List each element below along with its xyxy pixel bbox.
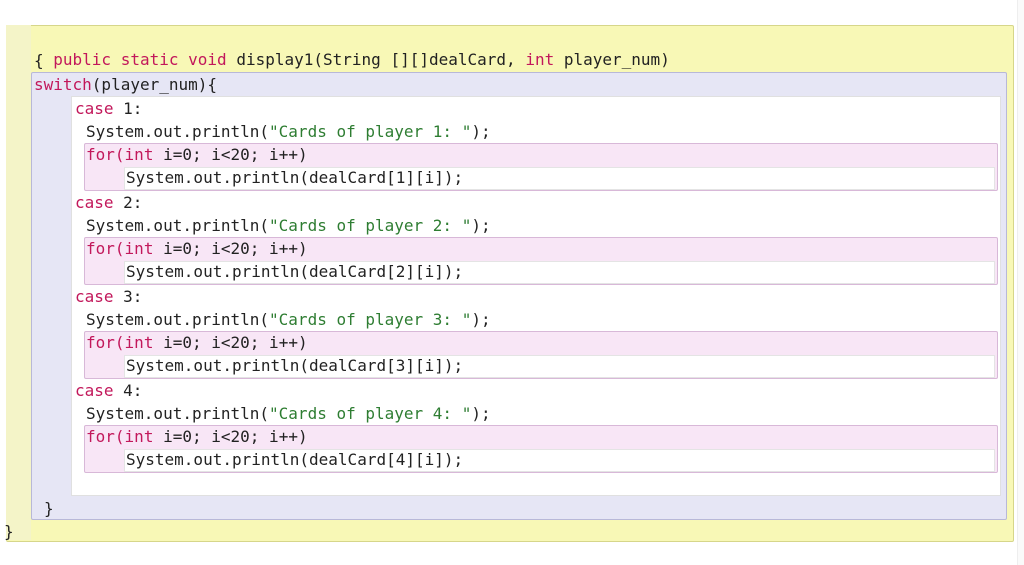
case-value: 4: xyxy=(123,381,143,400)
statement-end: ); xyxy=(471,122,491,141)
for-body-statement: System.out.println(dealCard[4][i]); xyxy=(126,450,464,469)
method-open-brace: { xyxy=(34,51,44,70)
statement-end: ); xyxy=(471,404,491,423)
method-param: player_num) xyxy=(563,50,670,69)
keyword-switch: switch xyxy=(34,75,92,94)
keyword-int: int xyxy=(525,50,555,69)
string-literal: "Cards of player 1: " xyxy=(269,122,472,141)
for-paren: ( xyxy=(114,427,125,446)
switch-close-brace: } xyxy=(44,499,54,518)
keyword-public: public xyxy=(53,50,112,69)
keyword-case: case xyxy=(75,381,114,400)
case-value: 1: xyxy=(123,99,143,118)
for-body-statement: System.out.println(dealCard[3][i]); xyxy=(126,356,464,375)
case-label: case 1: xyxy=(75,98,142,120)
scrollbar[interactable] xyxy=(1017,0,1024,565)
keyword-int: int xyxy=(124,427,154,446)
keyword-for: for xyxy=(86,427,115,446)
method-close-brace: } xyxy=(4,522,14,541)
for-condition: i=0; i<20; i++) xyxy=(163,239,308,258)
keyword-int: int xyxy=(124,145,154,164)
string-literal: "Cards of player 2: " xyxy=(269,216,472,235)
println-statement: System.out.println("Cards of player 3: "… xyxy=(86,309,491,331)
string-literal: "Cards of player 3: " xyxy=(269,310,472,329)
switch-header: switch(player_num){ xyxy=(34,74,217,96)
case-value: 3: xyxy=(123,287,143,306)
keyword-static: static xyxy=(120,50,179,69)
case-label: case 4: xyxy=(75,380,142,402)
keyword-int: int xyxy=(124,333,154,352)
println-call: System.out.println( xyxy=(86,216,270,235)
println-statement: System.out.println("Cards of player 1: "… xyxy=(86,121,491,143)
for-condition: i=0; i<20; i++) xyxy=(163,145,308,164)
statement-end: ); xyxy=(471,310,491,329)
for-paren: ( xyxy=(114,145,125,164)
case-value: 2: xyxy=(123,193,143,212)
for-paren: ( xyxy=(114,333,125,352)
println-call: System.out.println( xyxy=(86,122,270,141)
for-header: for(int i=0; i<20; i++) xyxy=(86,332,308,354)
for-header: for(int i=0; i<20; i++) xyxy=(86,238,308,260)
println-call: System.out.println( xyxy=(86,404,270,423)
keyword-for: for xyxy=(86,333,115,352)
for-condition: i=0; i<20; i++) xyxy=(163,427,308,446)
for-body-statement: System.out.println(dealCard[2][i]); xyxy=(126,262,464,281)
for-condition: i=0; i<20; i++) xyxy=(163,333,308,352)
keyword-for: for xyxy=(86,239,115,258)
for-body-statement: System.out.println(dealCard[1][i]); xyxy=(126,168,464,187)
keyword-case: case xyxy=(75,193,114,212)
method-signature: public static void display1(String [][]d… xyxy=(34,27,670,69)
case-label: case 3: xyxy=(75,286,142,308)
println-statement: System.out.println("Cards of player 4: "… xyxy=(86,403,491,425)
keyword-void: void xyxy=(188,50,227,69)
string-literal: "Cards of player 4: " xyxy=(269,404,472,423)
keyword-case: case xyxy=(75,287,114,306)
case-label: case 2: xyxy=(75,192,142,214)
method-gutter xyxy=(6,25,31,540)
for-paren: ( xyxy=(114,239,125,258)
method-name: display1(String [][]dealCard, xyxy=(236,50,516,69)
keyword-for: for xyxy=(86,145,115,164)
for-header: for(int i=0; i<20; i++) xyxy=(86,426,308,448)
println-call: System.out.println( xyxy=(86,310,270,329)
println-statement: System.out.println("Cards of player 2: "… xyxy=(86,215,491,237)
for-header: for(int i=0; i<20; i++) xyxy=(86,144,308,166)
keyword-int: int xyxy=(124,239,154,258)
switch-expression: (player_num){ xyxy=(91,75,218,94)
statement-end: ); xyxy=(471,216,491,235)
keyword-case: case xyxy=(75,99,114,118)
